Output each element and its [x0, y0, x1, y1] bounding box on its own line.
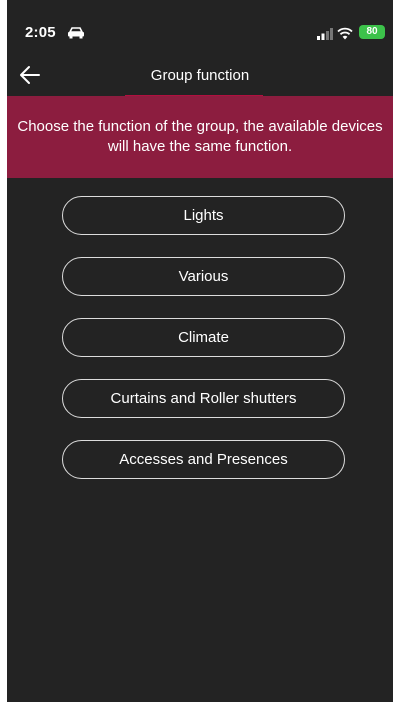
option-curtains-button[interactable]: Curtains and Roller shutters [62, 379, 345, 418]
status-time: 2:05 [25, 24, 56, 41]
status-bar: 2:05 80 [7, 0, 393, 58]
header: Group function [7, 58, 393, 97]
option-lights-button[interactable]: Lights [62, 196, 345, 235]
page-title: Group function [150, 67, 250, 84]
instruction-text: Choose the function of the group, the av… [17, 118, 383, 155]
option-climate-button[interactable]: Climate [62, 318, 345, 357]
instruction-banner: Choose the function of the group, the av… [7, 96, 393, 178]
signal-icon [317, 28, 333, 40]
option-accesses-button[interactable]: Accesses and Presences [62, 440, 345, 479]
car-icon [68, 27, 84, 39]
app-screen: 2:05 80 Group function Choose the functi… [7, 0, 393, 702]
wifi-icon [337, 27, 353, 40]
battery-indicator: 80 [359, 25, 385, 39]
option-various-button[interactable]: Various [62, 257, 345, 296]
